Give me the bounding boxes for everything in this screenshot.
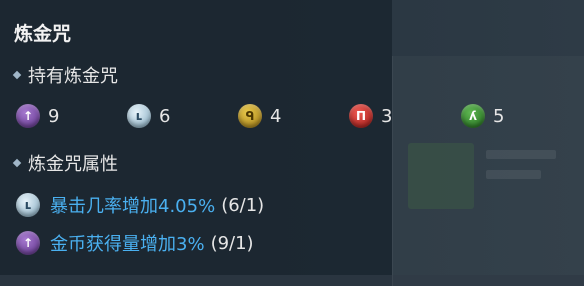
attr-section-header: 炼金咒属性 xyxy=(12,150,118,176)
attribute-text: 暴击几率增加4.05% xyxy=(50,196,216,217)
white-hook-rune-icon: ʟ xyxy=(16,193,40,217)
diamond-bullet-icon xyxy=(12,70,22,80)
background-text-line xyxy=(486,170,541,179)
rune-count: 9 xyxy=(48,105,60,127)
attr-section-label: 炼金咒属性 xyxy=(28,154,118,175)
rune-count: 5 xyxy=(493,105,505,127)
red-rune-icon: Π xyxy=(349,104,373,128)
rune-count: 6 xyxy=(159,105,171,127)
tooltip-title: 炼金咒 xyxy=(14,23,72,45)
rune-count-red: Π 3 xyxy=(349,104,392,128)
attribute-progress: (9/1) xyxy=(210,232,254,254)
attribute-row: ʟ 暴击几率增加4.05% (6/1) xyxy=(16,192,264,218)
green-rune-icon: ʎ xyxy=(461,104,485,128)
background-text-line xyxy=(486,150,556,159)
background-item-tile xyxy=(408,143,474,209)
rune-count-green: ʎ 5 xyxy=(461,104,504,128)
rune-count-white: ʟ 6 xyxy=(127,104,170,128)
rune-count: 4 xyxy=(270,105,282,127)
rune-count-yellow: ᑫ 4 xyxy=(238,104,281,128)
attribute-progress: (6/1) xyxy=(221,194,265,216)
attribute-text: 金币获得量增加3% xyxy=(50,234,205,255)
white-hook-rune-icon: ʟ xyxy=(127,104,151,128)
purple-arrow-rune-icon: ↑ xyxy=(16,104,40,128)
alchemy-tooltip: 炼金咒 持有炼金咒 ↑ 9 ʟ 6 ᑫ 4 Π 3 ʎ 5 炼金咒属性 ʟ 暴击… xyxy=(0,0,504,275)
rune-count: 3 xyxy=(381,105,393,127)
rune-count-purple: ↑ 9 xyxy=(16,104,59,128)
owned-section-header: 持有炼金咒 xyxy=(12,62,118,88)
owned-section-label: 持有炼金咒 xyxy=(28,66,118,87)
attribute-row: ↑ 金币获得量增加3% (9/1) xyxy=(16,230,254,256)
yellow-rune-icon: ᑫ xyxy=(238,104,262,128)
purple-arrow-rune-icon: ↑ xyxy=(16,231,40,255)
diamond-bullet-icon xyxy=(12,158,22,168)
